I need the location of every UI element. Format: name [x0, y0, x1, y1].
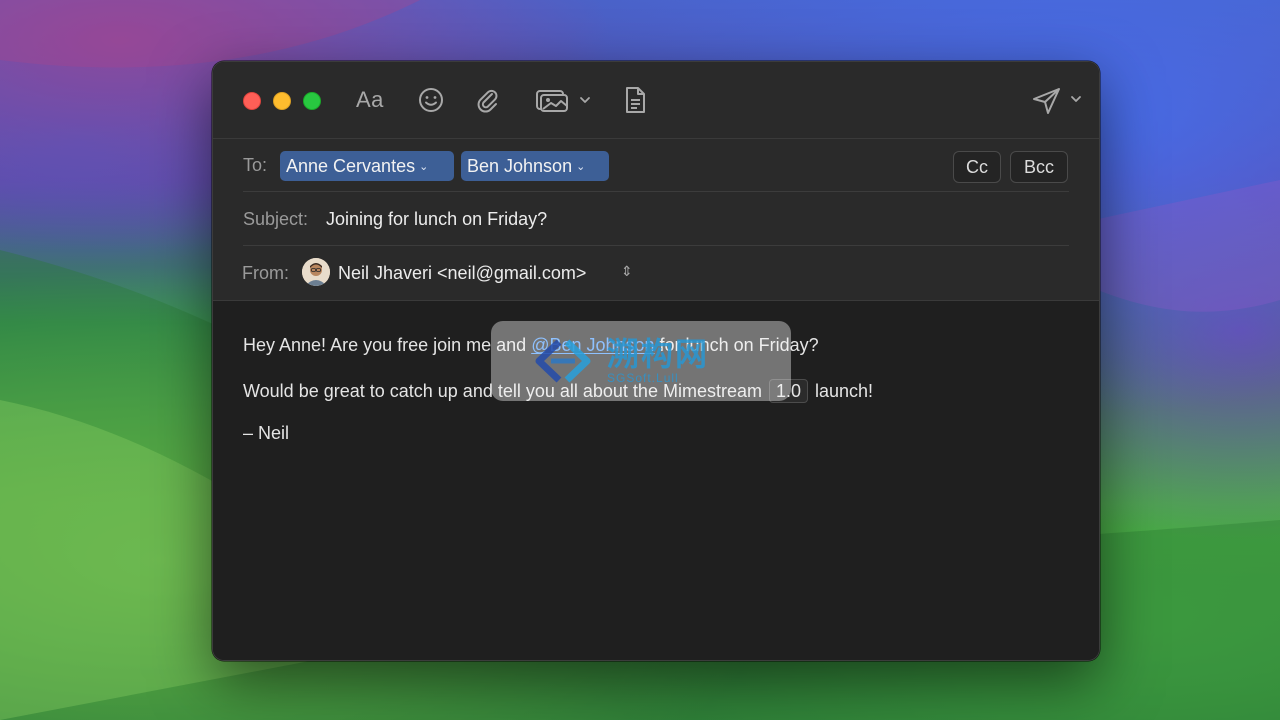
recipient-name: Ben Johnson: [467, 155, 573, 176]
emoji-button[interactable]: [417, 84, 445, 116]
close-window-button[interactable]: [243, 92, 261, 110]
recipient-name: Anne Cervantes: [286, 155, 416, 176]
attach-button[interactable]: [473, 84, 501, 116]
compose-window: Aa To: Anne Cervantes ⌄ Ben Johnson ⌄ Cc…: [212, 61, 1100, 661]
to-row: To: Anne Cervantes ⌄ Ben Johnson ⌄ Cc Bc…: [213, 139, 1099, 192]
chevron-down-icon: ⌄: [419, 160, 429, 173]
cc-button[interactable]: Cc: [953, 151, 1001, 183]
emoji-icon: [419, 88, 443, 112]
subject-input[interactable]: Joining for lunch on Friday?: [326, 209, 547, 230]
chevron-down-icon: ⌄: [576, 160, 586, 173]
watermark-title: 溯构网: [607, 336, 710, 372]
account-switch-icon[interactable]: ⇕: [621, 263, 633, 280]
from-row: From: Neil Jhaveri <neil@gmail.com> ⇕: [213, 246, 1099, 301]
send-icon: [1033, 88, 1081, 114]
compose-toolbar: Aa: [213, 62, 1099, 139]
avatar: [302, 258, 330, 286]
paperclip-icon: [477, 89, 498, 113]
attach-document-button[interactable]: [623, 84, 647, 116]
subject-label: Subject:: [243, 209, 309, 229]
photo-icon: [536, 90, 590, 112]
watermark-subtitle: SGSoft.Lull: [607, 371, 679, 385]
signature: – Neil: [243, 423, 290, 443]
recipient-chip-ben[interactable]: Ben Johnson ⌄: [461, 151, 609, 181]
watermark-text: 溯构网 SGSoft.Lull: [607, 337, 709, 385]
insert-photo-button[interactable]: [535, 84, 593, 116]
document-icon: [626, 87, 645, 113]
send-button[interactable]: [1031, 84, 1087, 116]
watermark-logo-icon: [535, 339, 591, 383]
maximize-window-button[interactable]: [303, 92, 321, 110]
body-text: launch!: [810, 381, 874, 401]
font-icon: Aa: [356, 87, 384, 112]
body-text: Hey Anne! Are you free join me and: [243, 335, 532, 355]
from-account[interactable]: Neil Jhaveri <neil@gmail.com>: [338, 263, 586, 284]
subject-row: Subject: Joining for lunch on Friday?: [213, 192, 1099, 246]
bcc-button[interactable]: Bcc: [1010, 151, 1068, 183]
font-format-button[interactable]: Aa: [356, 84, 384, 116]
to-label: To:: [243, 155, 268, 175]
recipient-chip-anne[interactable]: Anne Cervantes ⌄: [280, 151, 454, 181]
minimize-window-button[interactable]: [273, 92, 291, 110]
watermark: 溯构网 SGSoft.Lull: [491, 321, 791, 401]
from-label: From:: [242, 263, 289, 283]
